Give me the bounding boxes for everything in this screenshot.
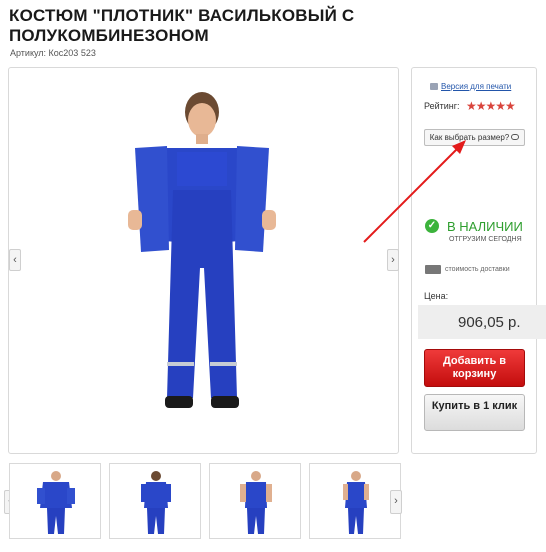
thumbs-next-button[interactable]: › — [390, 490, 402, 514]
gallery-next-button[interactable]: › — [387, 249, 399, 271]
thumbnail-4[interactable] — [309, 463, 401, 539]
product-title: КОСТЮМ "ПЛОТНИК" ВАСИЛЬКОВЫЙ С ПОЛУКОМБИ… — [9, 6, 355, 45]
thumbnail-image — [37, 471, 75, 534]
print-version-link[interactable]: Версия для печати — [430, 82, 511, 91]
thumbnail-image — [240, 471, 272, 534]
article-number: Артикул: Кос203 523 — [10, 48, 96, 58]
truck-icon — [425, 265, 441, 274]
printer-icon — [430, 83, 438, 90]
chevron-left-icon: ‹ — [13, 254, 17, 266]
gallery-prev-button[interactable]: ‹ — [9, 249, 21, 271]
main-image-panel: ‹ › — [8, 67, 399, 454]
annotation-arrow — [363, 140, 466, 243]
price-value: 906,05 р. — [458, 314, 521, 331]
add-to-cart-button[interactable]: Добавить в корзину — [424, 349, 525, 387]
buy-one-click-button[interactable]: Купить в 1 клик — [424, 394, 525, 431]
thumbnail-image — [343, 471, 369, 534]
thumbnail-1[interactable] — [9, 463, 101, 539]
thumbnail-image — [141, 471, 171, 534]
rating-stars[interactable]: ★★★★★ — [466, 99, 516, 113]
chevron-right-icon: › — [391, 254, 395, 266]
speech-bubble-icon — [511, 134, 520, 140]
chevron-right-icon: › — [394, 495, 398, 507]
product-photo-figure — [128, 92, 276, 408]
product-photo[interactable] — [127, 90, 277, 430]
print-version-label: Версия для печати — [441, 82, 512, 91]
thumbnail-2[interactable] — [109, 463, 201, 539]
price-label: Цена: — [424, 291, 449, 301]
delivery-cost-link[interactable]: стоимость доставки — [445, 266, 510, 273]
rating-label: Рейтинг: — [424, 101, 460, 111]
thumbnail-3[interactable] — [209, 463, 301, 539]
purchase-panel: Версия для печати Рейтинг: ★★★★★ Как выб… — [411, 67, 546, 454]
